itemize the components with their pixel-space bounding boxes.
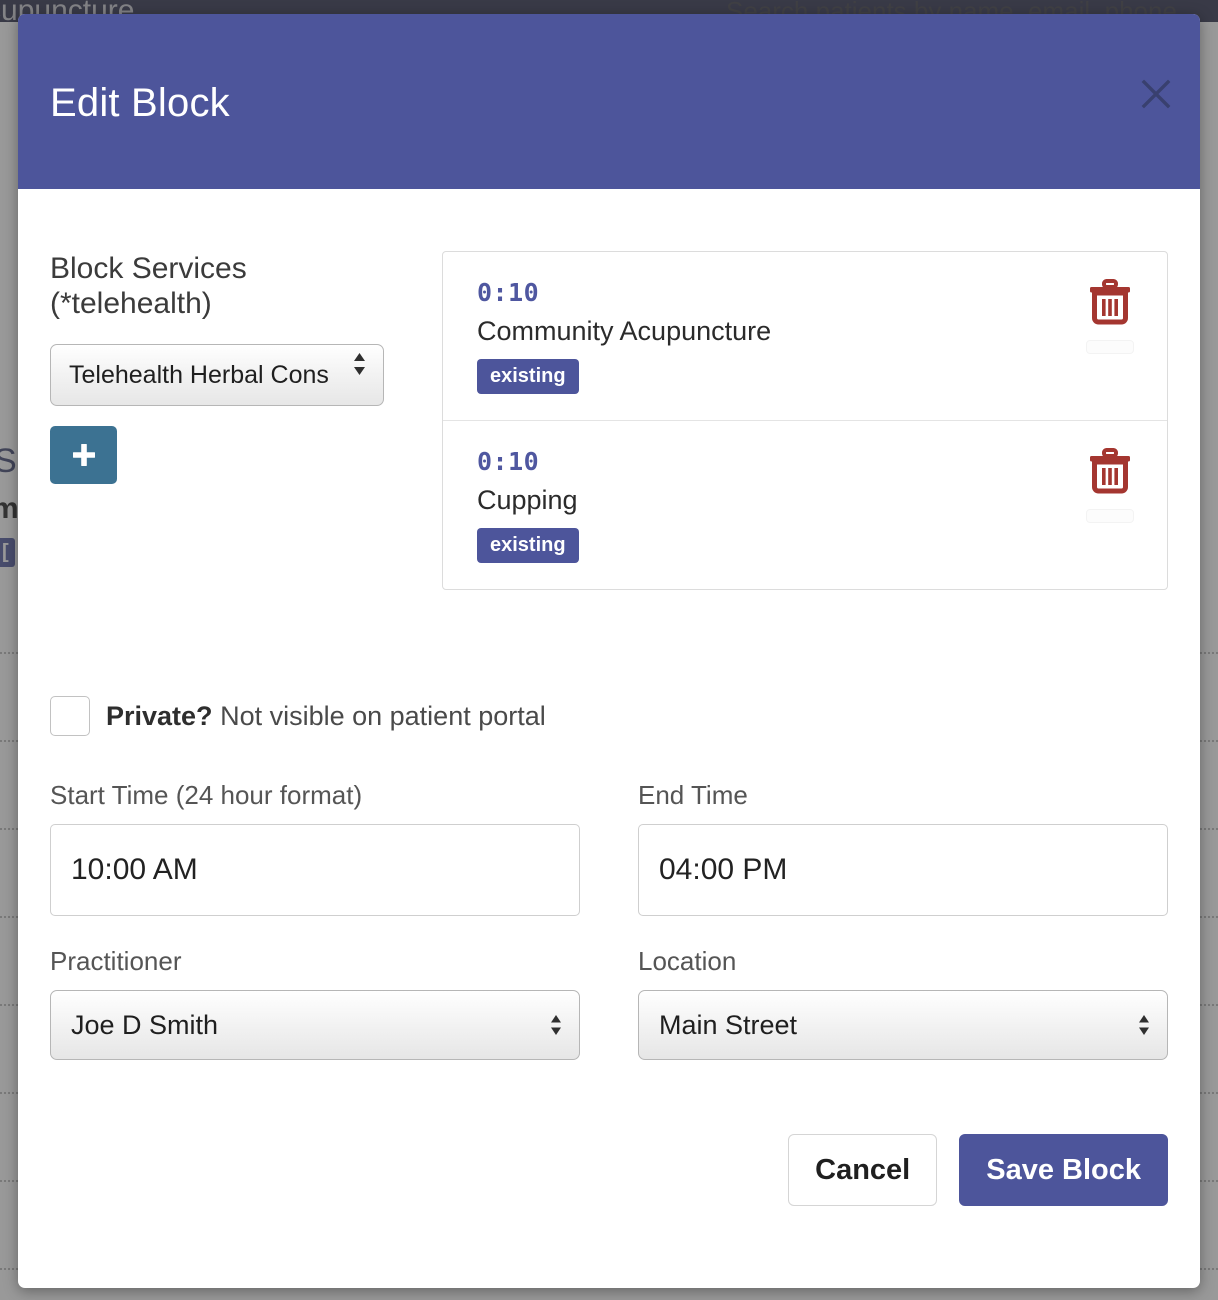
end-time-input[interactable]: [638, 824, 1168, 916]
status-badge: existing: [477, 528, 579, 563]
delete-button-underline: [1086, 509, 1134, 523]
list-item: 0:10 Community Acupuncture existing: [443, 252, 1167, 421]
location-label: Location: [638, 946, 737, 976]
block-services-section: Block Services (*telehealth) Telehealth …: [50, 189, 1168, 590]
practitioner-location-row: Practitioner Joe D Smith Location Main S…: [50, 946, 1168, 1060]
modal-header: Edit Block: [18, 14, 1200, 189]
status-badge: existing: [477, 359, 579, 394]
location-field-group: Location Main Street: [638, 946, 1168, 1060]
end-time-label: End Time: [638, 780, 748, 810]
service-name: Cupping: [477, 485, 578, 515]
start-time-input[interactable]: [50, 824, 580, 916]
page-title: Edit Block: [50, 81, 230, 125]
close-icon[interactable]: [1138, 76, 1174, 112]
list-item: 0:10 Cupping existing: [443, 421, 1167, 589]
service-name: Community Acupuncture: [477, 316, 772, 346]
practitioner-select[interactable]: Joe D Smith: [50, 990, 580, 1060]
save-block-button[interactable]: Save Block: [959, 1134, 1168, 1206]
trash-icon: [1090, 448, 1130, 494]
add-service-button[interactable]: [50, 425, 117, 484]
private-checkbox[interactable]: [50, 696, 90, 736]
cancel-button[interactable]: Cancel: [788, 1134, 938, 1206]
start-time-field-group: Start Time (24 hour format): [50, 780, 580, 916]
private-label-bold: Private?: [106, 700, 213, 731]
modal-footer: Cancel Save Block: [50, 1134, 1168, 1206]
delete-button-underline: [1086, 340, 1134, 354]
service-duration: 0:10: [477, 278, 540, 307]
selected-services-list: 0:10 Community Acupuncture existing 0:10…: [442, 251, 1168, 590]
service-select[interactable]: Telehealth Herbal Cons: [50, 343, 384, 406]
service-duration: 0:10: [477, 447, 540, 476]
private-checkbox-label: Private? Not visible on patient portal: [106, 701, 546, 732]
location-select[interactable]: Main Street: [638, 990, 1168, 1060]
block-services-controls: Block Services (*telehealth) Telehealth …: [50, 251, 442, 590]
modal-body: Block Services (*telehealth) Telehealth …: [18, 189, 1200, 1288]
plus-icon: [72, 443, 95, 466]
start-time-label: Start Time (24 hour format): [50, 780, 363, 810]
time-fields-row: Start Time (24 hour format) End Time: [50, 780, 1168, 916]
delete-service-button[interactable]: [1083, 278, 1137, 354]
end-time-field-group: End Time: [638, 780, 1168, 916]
location-select-wrapper: Main Street: [638, 990, 1168, 1060]
practitioner-label: Practitioner: [50, 946, 182, 976]
block-services-label-line1: Block Services: [50, 252, 247, 285]
edit-block-modal: Edit Block Block Services (*telehealth) …: [18, 14, 1200, 1288]
block-services-label-line2: (*telehealth): [50, 287, 212, 321]
practitioner-select-wrapper: Joe D Smith: [50, 990, 580, 1060]
practitioner-field-group: Practitioner Joe D Smith: [50, 946, 580, 1060]
block-services-label: Block Services (*telehealth): [50, 251, 442, 322]
private-checkbox-row: Private? Not visible on patient portal: [50, 696, 1168, 736]
trash-icon: [1090, 279, 1130, 325]
delete-service-button[interactable]: [1083, 447, 1137, 523]
private-label-rest: Not visible on patient portal: [212, 700, 546, 731]
service-select-wrapper: Telehealth Herbal Cons: [50, 322, 384, 406]
